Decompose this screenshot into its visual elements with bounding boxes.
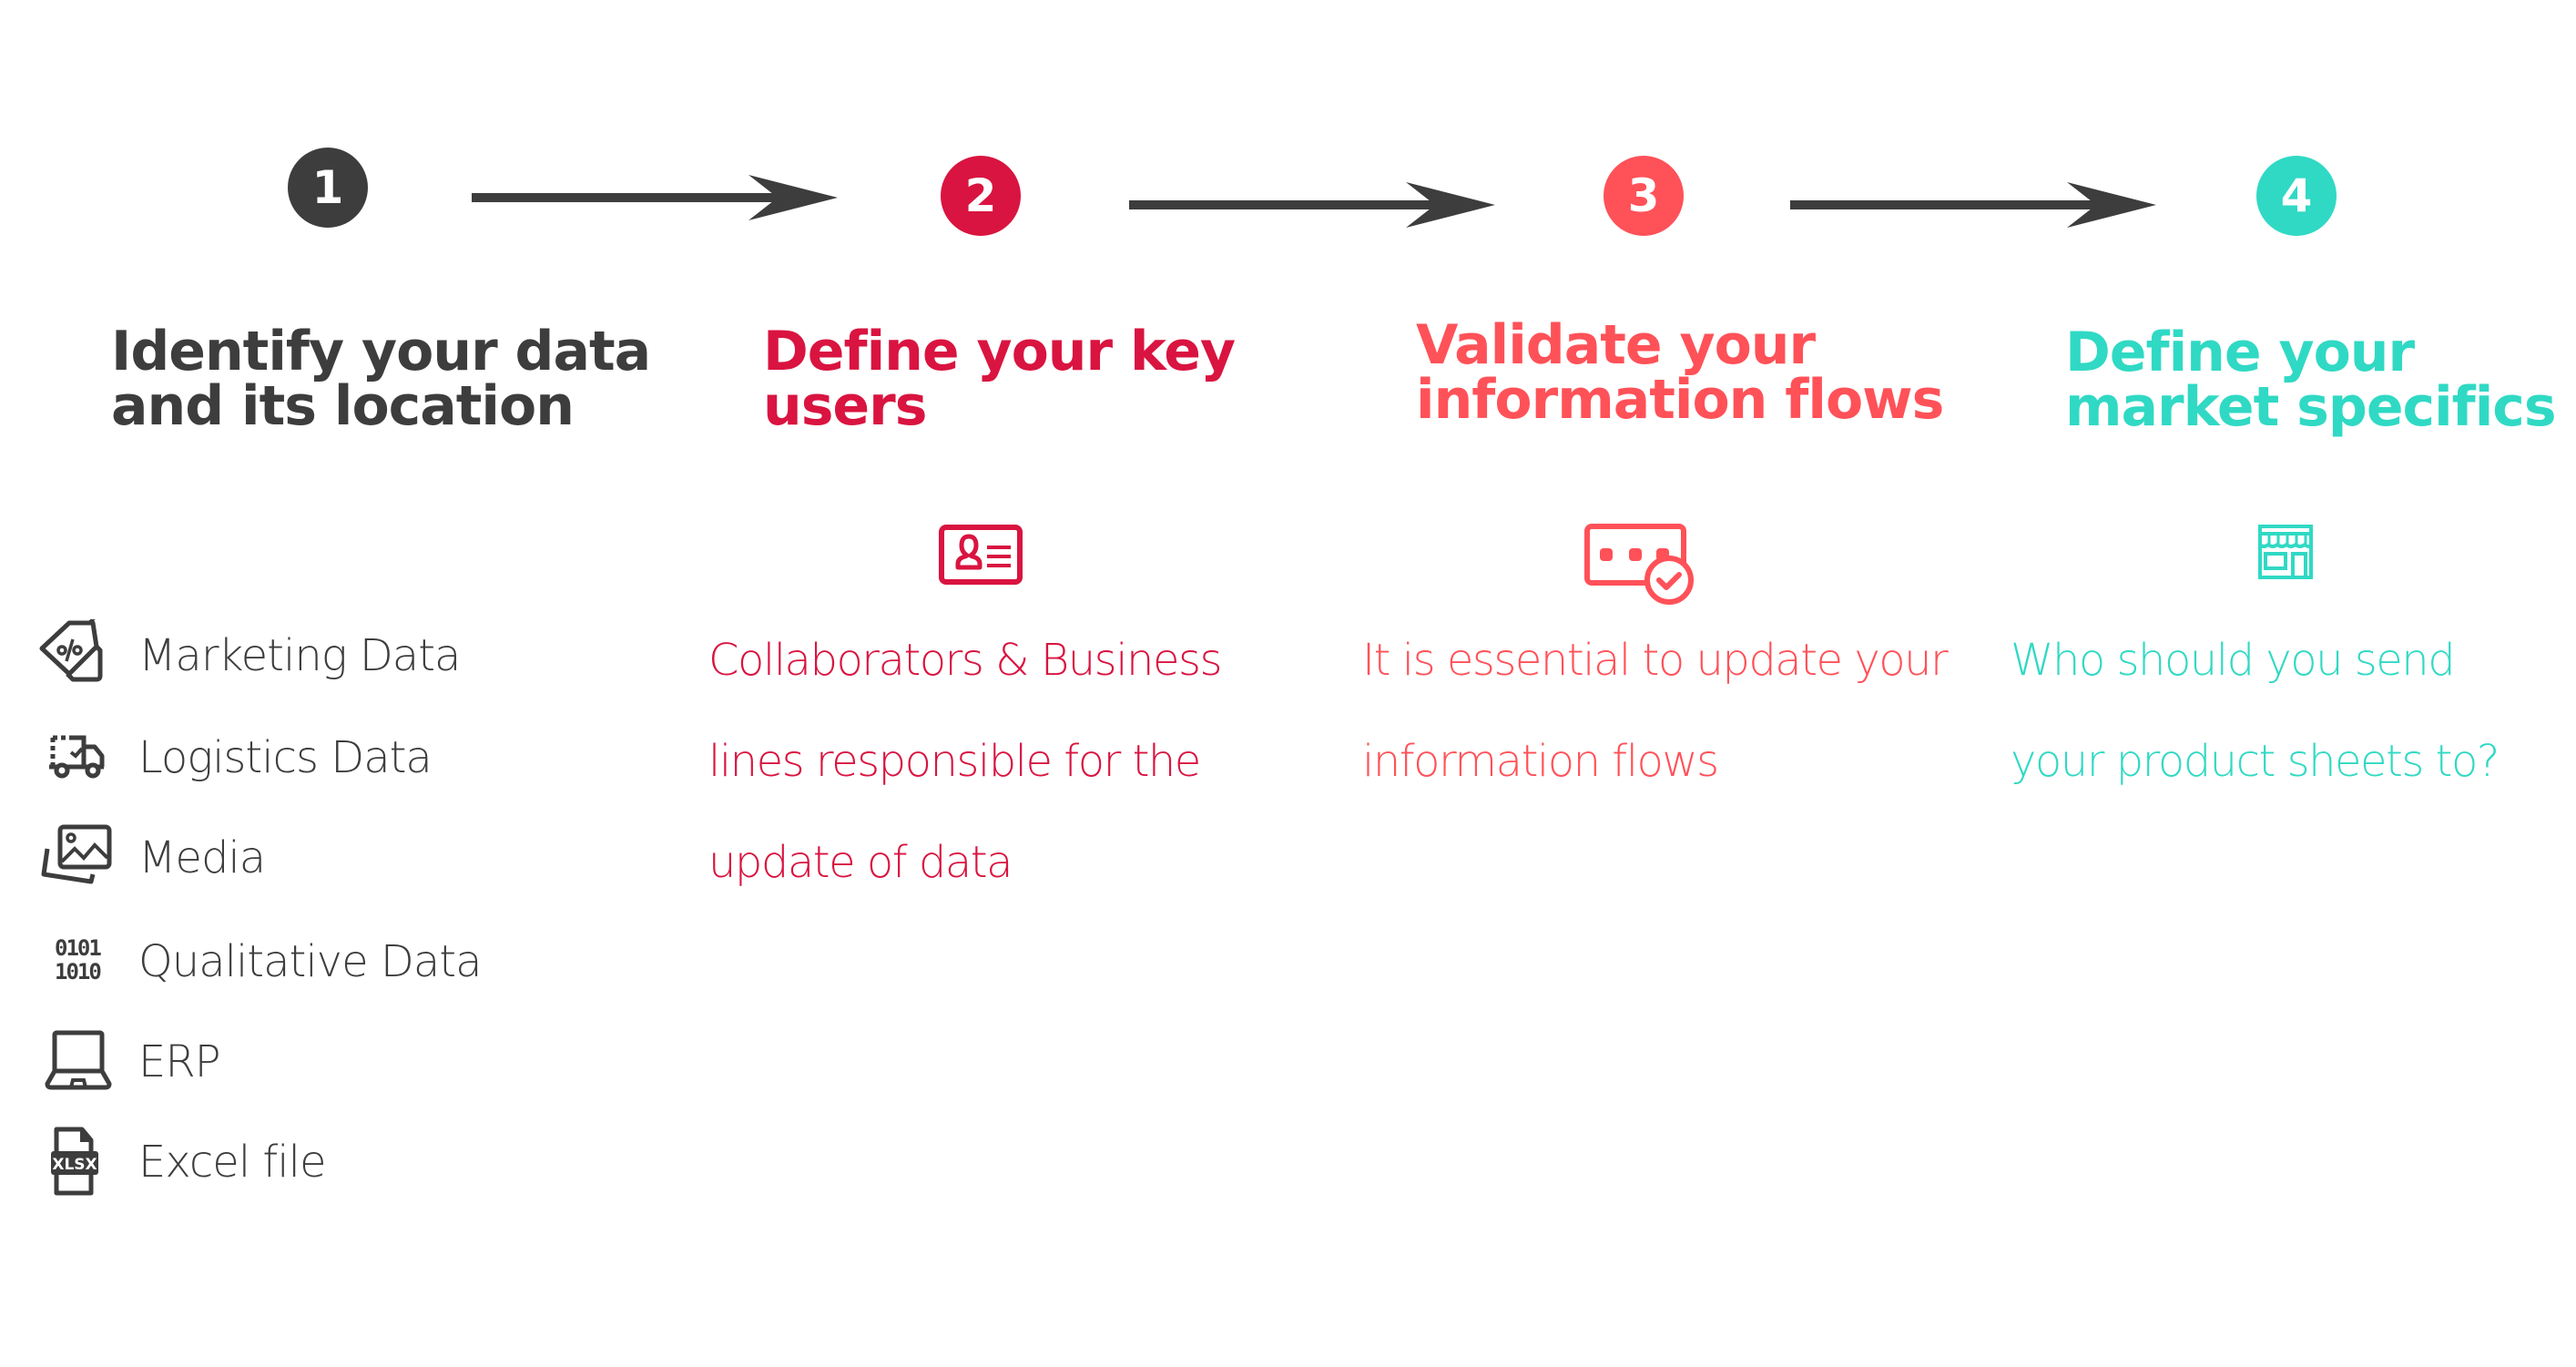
step-2-title-line: users (763, 374, 927, 438)
step-4-title-line: Define your (2065, 321, 2415, 384)
arrow-step-2-to-3 (1129, 182, 1495, 228)
step-4-number: 4 (2256, 156, 2337, 236)
description-line: It is essential to update your (1362, 635, 1949, 686)
data-source-item: XLSX Excel file (36, 1126, 546, 1199)
data-source-item: 0101 1010 Qualitative Data (36, 925, 546, 998)
description-line: Collaborators & Business (708, 635, 1223, 686)
binary-row: 0101 (55, 935, 102, 961)
step-3-title-line: Validate your (1416, 313, 1816, 377)
data-source-label: Logistics Data (138, 732, 433, 783)
data-source-item: ERP (36, 1025, 546, 1098)
step-4-description: Who should you send your product sheets … (2011, 610, 2500, 812)
storefront-icon (2258, 525, 2313, 579)
data-source-label: Marketing Data (138, 630, 461, 681)
step-1-title-line: Identify your data (111, 320, 651, 383)
data-source-label: Media (138, 832, 266, 883)
data-source-label: Excel file (138, 1137, 327, 1188)
step-3-title-line: information flows (1416, 368, 1944, 432)
description-line: lines responsible for the (708, 736, 1201, 787)
step-1-number: 1 (288, 148, 368, 228)
data-source-label: ERP (138, 1036, 221, 1087)
xlsx-file-icon: XLSX (51, 1127, 98, 1196)
step-3-number: 3 (1604, 156, 1684, 236)
xlsx-badge-text: XLSX (52, 1156, 97, 1174)
description-line: your product sheets to? (2011, 736, 2500, 787)
password-check-icon (1584, 524, 1694, 605)
images-icon (41, 824, 112, 884)
binary-icon: 0101 1010 (55, 936, 131, 1009)
step-4-title-line: market specifics (2065, 375, 2557, 439)
step-3-description: It is essential to update your informati… (1362, 610, 1949, 812)
description-line: Who should you send (2011, 635, 2456, 686)
data-source-item: Media (36, 821, 546, 894)
description-line: information flows (1362, 736, 1719, 787)
step-2-number: 2 (941, 156, 1021, 236)
description-line: update of data (708, 837, 1013, 888)
step-2-title: Define your key users (763, 320, 1236, 438)
arrow-step-3-to-4 (1790, 182, 2156, 228)
arrow-step-1-to-2 (472, 175, 838, 220)
data-source-item: Logistics Data (36, 721, 546, 794)
step-1-title: Identify your data and its location (111, 320, 651, 438)
step-1-title-line: and its location (111, 374, 575, 438)
step-2-title-line: Define your key (763, 320, 1236, 383)
data-source-label: Qualitative Data (138, 936, 482, 987)
step-3-title: Validate your information flows (1416, 313, 1944, 432)
price-tag-icon (39, 619, 103, 682)
step-4-title: Define your market specifics (2065, 321, 2557, 439)
step-2-description: Collaborators & Business lines responsib… (708, 610, 1223, 913)
laptop-icon (45, 1030, 112, 1090)
data-source-item: Marketing Data (36, 619, 546, 692)
binary-row: 1010 (55, 959, 102, 984)
delivery-truck-icon (49, 735, 105, 779)
id-card-icon (939, 525, 1023, 585)
